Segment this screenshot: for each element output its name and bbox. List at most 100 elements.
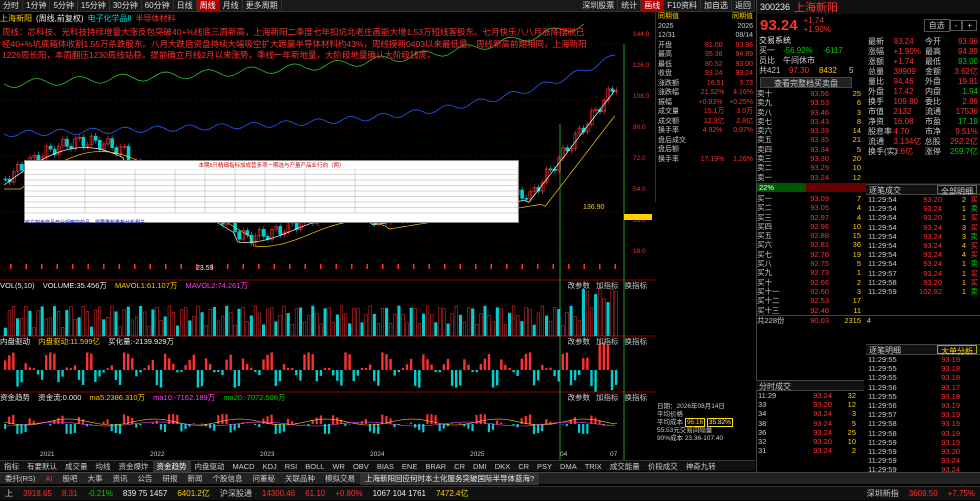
- taskbar-item-4[interactable]: 资讯: [108, 473, 133, 485]
- fund-swap-btn[interactable]: 换指标: [625, 393, 648, 402]
- indicator-tab-1[interactable]: 有要默认: [23, 461, 61, 472]
- period-tab-4[interactable]: 30分钟: [110, 0, 142, 12]
- vol-buttons[interactable]: 改参数加指标换指标: [568, 280, 654, 290]
- indicator-tab-12[interactable]: OBV: [349, 461, 373, 472]
- drive-bar: [533, 370, 535, 385]
- indicator-tab-21[interactable]: DMA: [556, 461, 581, 472]
- drive-param-btn[interactable]: 改参数: [568, 337, 591, 346]
- ask-level[interactable]: 卖一93.2412: [757, 173, 980, 182]
- indicator-tab-22[interactable]: TRIX: [581, 461, 606, 472]
- ask-level[interactable]: 卖二93.2910: [757, 163, 980, 172]
- bid-level[interactable]: 买十三92.4611: [757, 306, 980, 315]
- detail-price: 93.18: [910, 364, 960, 373]
- fund-param-btn[interactable]: 改参数: [568, 393, 591, 402]
- vol-swap-btn[interactable]: 换指标: [625, 281, 648, 290]
- volume-bar: [16, 319, 19, 336]
- volume-bar: [385, 308, 388, 336]
- drive-add-btn[interactable]: 加指标: [596, 337, 619, 346]
- drive-buttons[interactable]: 改参数加指标换指标: [568, 336, 654, 346]
- field-value-2: 19.81: [951, 77, 978, 87]
- indicator-tab-15[interactable]: BRAR: [421, 461, 450, 472]
- taskbar-item-11[interactable]: 模拟交易: [320, 473, 360, 485]
- idx2-value: 14300.46: [257, 487, 300, 501]
- indicator-tab-18[interactable]: DKX: [491, 461, 514, 472]
- indicator-tab-3[interactable]: 均线: [92, 461, 115, 472]
- info-row-v2: 94.89: [735, 50, 753, 60]
- period-tab-7[interactable]: 周线: [197, 0, 220, 12]
- toolbar-action-0[interactable]: 深圳股票: [579, 0, 618, 12]
- idx2-change: 61.10: [300, 487, 330, 501]
- taskbar-item-8[interactable]: 个股信息: [208, 473, 248, 485]
- signal-marker: [72, 264, 74, 269]
- period-tab-0[interactable]: 分时: [0, 0, 23, 12]
- plus-button[interactable]: +: [962, 20, 977, 31]
- drive-bar: [590, 370, 592, 386]
- taskbar-item-9[interactable]: 问董秘: [248, 473, 281, 485]
- tick-details-button[interactable]: 大单分析: [937, 345, 977, 354]
- tick-trades-button[interactable]: 全部明细: [937, 185, 977, 194]
- signal-marker: [336, 264, 338, 269]
- toolbar-action-5[interactable]: 返回: [732, 0, 755, 12]
- taskbar-item-7[interactable]: 新闻: [183, 473, 208, 485]
- period-tab-8[interactable]: 月线: [220, 0, 243, 12]
- indicator-tab-24[interactable]: 价段成交: [644, 461, 682, 472]
- fund-add-btn[interactable]: 加指标: [596, 393, 619, 402]
- fund-buttons[interactable]: 改参数加指标换指标: [568, 392, 654, 402]
- indicator-tab-13[interactable]: BIAS: [373, 461, 398, 472]
- taskbar-item-6[interactable]: 研报: [158, 473, 183, 485]
- period-tab-6[interactable]: 日线: [174, 0, 197, 12]
- minus-button[interactable]: -: [950, 20, 963, 31]
- tick-volume: 4: [942, 241, 966, 250]
- minute-row: 3893.245: [756, 419, 864, 428]
- field-label: 外盘: [868, 87, 894, 97]
- period-tab-3[interactable]: 15分钟: [78, 0, 110, 12]
- sector-tag-2[interactable]: 半导体材料: [136, 13, 176, 24]
- indicator-tab-5[interactable]: 资金趋势: [153, 461, 191, 472]
- full-book-button[interactable]: 查看完整档买卖盘: [760, 77, 852, 88]
- info-head-1: 同期值: [658, 12, 679, 22]
- ask-volume: 8: [829, 117, 861, 126]
- indicator-tab-9[interactable]: RSI: [281, 461, 302, 472]
- taskbar-item-3[interactable]: 大事: [83, 473, 108, 485]
- bid-level[interactable]: 买十二92.5317: [757, 296, 980, 305]
- signal-marker: [553, 264, 555, 269]
- period-tab-2[interactable]: 5分钟: [50, 0, 77, 12]
- ask-volume: 20: [829, 154, 861, 163]
- fund-bar: [107, 419, 109, 424]
- tick-direction: 买: [966, 241, 978, 250]
- period-tab-5[interactable]: 60分钟: [142, 0, 174, 12]
- vol-param-btn[interactable]: 改参数: [568, 281, 591, 290]
- indicator-tab-10[interactable]: BOLL: [301, 461, 328, 472]
- toolbar-action-3[interactable]: F10资料: [664, 0, 701, 12]
- indicator-tab-25[interactable]: 神奇九转: [682, 461, 720, 472]
- signal-marker: [289, 264, 291, 269]
- indicator-tab-8[interactable]: KDJ: [259, 461, 281, 472]
- taskbar-item-2[interactable]: 股吧: [58, 473, 83, 485]
- indicator-tab-4[interactable]: 资金爆炸: [115, 461, 153, 472]
- indicator-tab-2[interactable]: 成交量: [61, 461, 92, 472]
- vol-add-btn[interactable]: 加指标: [596, 281, 619, 290]
- taskbar-item-1[interactable]: AI: [40, 473, 57, 485]
- sector-tag-1[interactable]: 电子化学品Ⅱ: [88, 13, 132, 24]
- taskbar-item-0[interactable]: 委托(RS): [0, 473, 40, 485]
- indicator-tab-7[interactable]: MACD: [229, 461, 259, 472]
- indicator-tab-11[interactable]: WR: [328, 461, 349, 472]
- toolbar-action-1[interactable]: 统计: [618, 0, 641, 12]
- indicator-tab-16[interactable]: CR: [450, 461, 469, 472]
- indicator-tab-14[interactable]: ENE: [398, 461, 421, 472]
- indicator-tab-6[interactable]: 内盘驱动: [191, 461, 229, 472]
- taskbar-item-5[interactable]: 公告: [133, 473, 158, 485]
- indicator-tab-23[interactable]: 成交能量: [606, 461, 644, 472]
- indicator-tab-20[interactable]: PSY: [533, 461, 556, 472]
- indicator-tab-19[interactable]: CR: [514, 461, 533, 472]
- indicator-tab-17[interactable]: DMI: [469, 461, 491, 472]
- toolbar-action-4[interactable]: 加自选: [701, 0, 732, 12]
- taskbar-news[interactable]: 上海新阳回应何时本土化服务突破国际半导体蓝海?: [360, 473, 539, 485]
- toolbar-action-2[interactable]: 画线: [641, 0, 664, 12]
- period-tab-9[interactable]: 更多周期: [243, 0, 282, 12]
- drive-swap-btn[interactable]: 换指标: [625, 337, 648, 346]
- period-tab-1[interactable]: 1分钟: [23, 0, 50, 12]
- indicator-tab-0[interactable]: 指标: [0, 461, 23, 472]
- taskbar-item-10[interactable]: 关联品种: [280, 473, 320, 485]
- watchlist-button[interactable]: 自选: [924, 19, 950, 32]
